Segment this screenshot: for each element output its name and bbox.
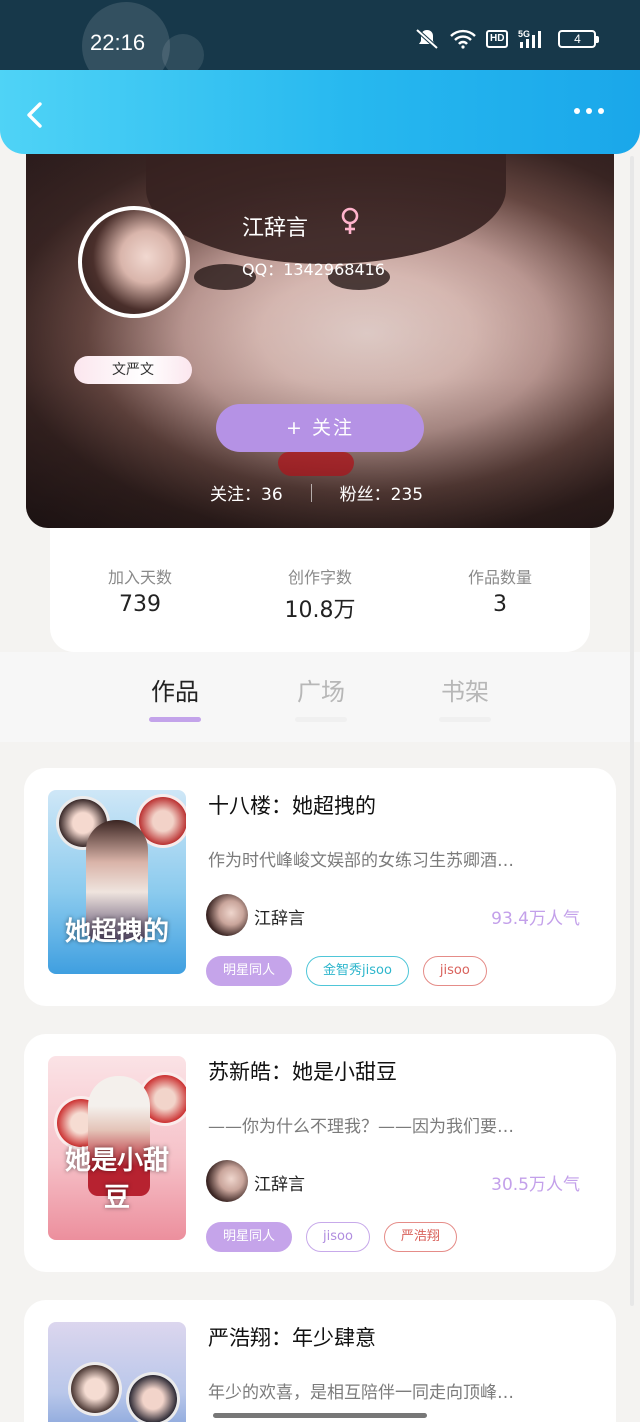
- tab-bar: 作品 广场 书架: [0, 652, 640, 742]
- popularity: 30.5万人气: [491, 1175, 580, 1195]
- tab-underline: [149, 717, 201, 722]
- stat-label: 作品数量: [467, 568, 532, 587]
- follow-stats: 关注：36 粉丝：235: [210, 480, 423, 505]
- follow-button[interactable]: + 关注: [216, 404, 424, 452]
- tab-label: 书架: [441, 678, 489, 706]
- stat-value: 3: [493, 592, 507, 617]
- tag-pill[interactable]: jisoo: [422, 956, 487, 986]
- author-avatar: [206, 894, 248, 936]
- popularity: 93.4万人气: [491, 909, 580, 929]
- cover-title: 她超拽的: [64, 917, 169, 947]
- app-header: [0, 70, 640, 154]
- work-description: 作为时代峰峻文娱部的女练习生苏卿酒…: [208, 851, 514, 871]
- female-icon: [341, 207, 359, 234]
- signal-5g-icon: 5G: [518, 29, 542, 48]
- back-chevron-icon[interactable]: [20, 98, 54, 132]
- work-title[interactable]: 严浩翔：年少肆意: [208, 1322, 376, 1352]
- home-indicator[interactable]: [213, 1413, 427, 1418]
- work-card[interactable]: 她是小甜豆 苏新皓：她是小甜豆 ——你为什么不理我？——因为我们要… 江辞言 3…: [24, 1034, 616, 1272]
- work-cover[interactable]: [48, 1322, 186, 1422]
- tag-pill[interactable]: 严浩翔: [383, 1222, 457, 1252]
- stat-works-count: 作品数量 3: [420, 564, 580, 652]
- tab-square[interactable]: 广场: [276, 672, 366, 722]
- stat-word-count: 创作字数 10.8万: [240, 564, 400, 652]
- tab-underline: [295, 717, 347, 722]
- tab-label: 作品: [151, 678, 199, 706]
- work-card[interactable]: 严浩翔：年少肆意 年少的欢喜，是相互陪伴一同走向顶峰…: [24, 1300, 616, 1422]
- stat-value: 739: [119, 592, 161, 617]
- tab-bookshelf[interactable]: 书架: [420, 672, 510, 722]
- profile-username: 江辞言: [242, 216, 309, 241]
- work-cover[interactable]: 她是小甜豆: [48, 1056, 186, 1240]
- cover-title: 她是小甜豆: [64, 1146, 169, 1213]
- work-title[interactable]: 十八楼：她超拽的: [208, 790, 376, 820]
- scrollbar[interactable]: [630, 156, 634, 1306]
- tag-pill[interactable]: 明星同人: [206, 956, 293, 986]
- status-bar: 22:16 HD 5G 4: [0, 0, 640, 90]
- stat-label: 创作字数: [287, 568, 352, 587]
- work-tags: 明星同人 金智秀jisoo jisoo: [206, 956, 487, 986]
- work-cover[interactable]: 她超拽的: [48, 790, 186, 974]
- hd-indicator: HD: [486, 30, 509, 48]
- work-description: 年少的欢喜，是相互陪伴一同走向顶峰…: [208, 1383, 514, 1403]
- stat-join-days: 加入天数 739: [60, 564, 220, 652]
- author-name: 江辞言: [254, 1175, 305, 1195]
- tab-underline: [439, 717, 491, 722]
- tag-pill[interactable]: 金智秀jisoo: [306, 956, 409, 986]
- tab-works[interactable]: 作品: [130, 672, 220, 722]
- work-card[interactable]: 她超拽的 十八楼：她超拽的 作为时代峰峻文娱部的女练习生苏卿酒… 江辞言 93.…: [24, 768, 616, 1006]
- profile-avatar[interactable]: [78, 206, 190, 318]
- fans-count[interactable]: 粉丝：235: [340, 480, 423, 505]
- tag-pill[interactable]: jisoo: [306, 1222, 370, 1252]
- tab-label: 广场: [297, 678, 345, 706]
- following-count[interactable]: 关注：36: [210, 480, 283, 505]
- author-avatar: [206, 1160, 248, 1202]
- wifi-icon: [450, 29, 476, 49]
- tag-pill[interactable]: 明星同人: [206, 1222, 293, 1252]
- divider: [310, 483, 312, 502]
- mute-bell-icon: [415, 28, 439, 50]
- stat-label: 加入天数: [107, 568, 172, 587]
- more-dots-icon[interactable]: [574, 108, 604, 114]
- profile-qq: QQ：1342968416: [242, 260, 385, 279]
- work-description: ——你为什么不理我？——因为我们要…: [208, 1117, 514, 1137]
- status-icons: HD 5G 4: [414, 28, 600, 50]
- status-time: 22:16: [90, 30, 146, 55]
- svg-text:5G: 5G: [518, 29, 530, 39]
- battery-icon: 4: [558, 30, 600, 48]
- author-name: 江辞言: [254, 909, 305, 929]
- stat-value: 10.8万: [284, 598, 356, 623]
- profile-badge: 文严文: [74, 356, 192, 384]
- stats-card: 加入天数 739 创作字数 10.8万 作品数量 3: [50, 528, 590, 652]
- work-title[interactable]: 苏新皓：她是小甜豆: [208, 1056, 397, 1086]
- work-tags: 明星同人 jisoo 严浩翔: [206, 1222, 457, 1252]
